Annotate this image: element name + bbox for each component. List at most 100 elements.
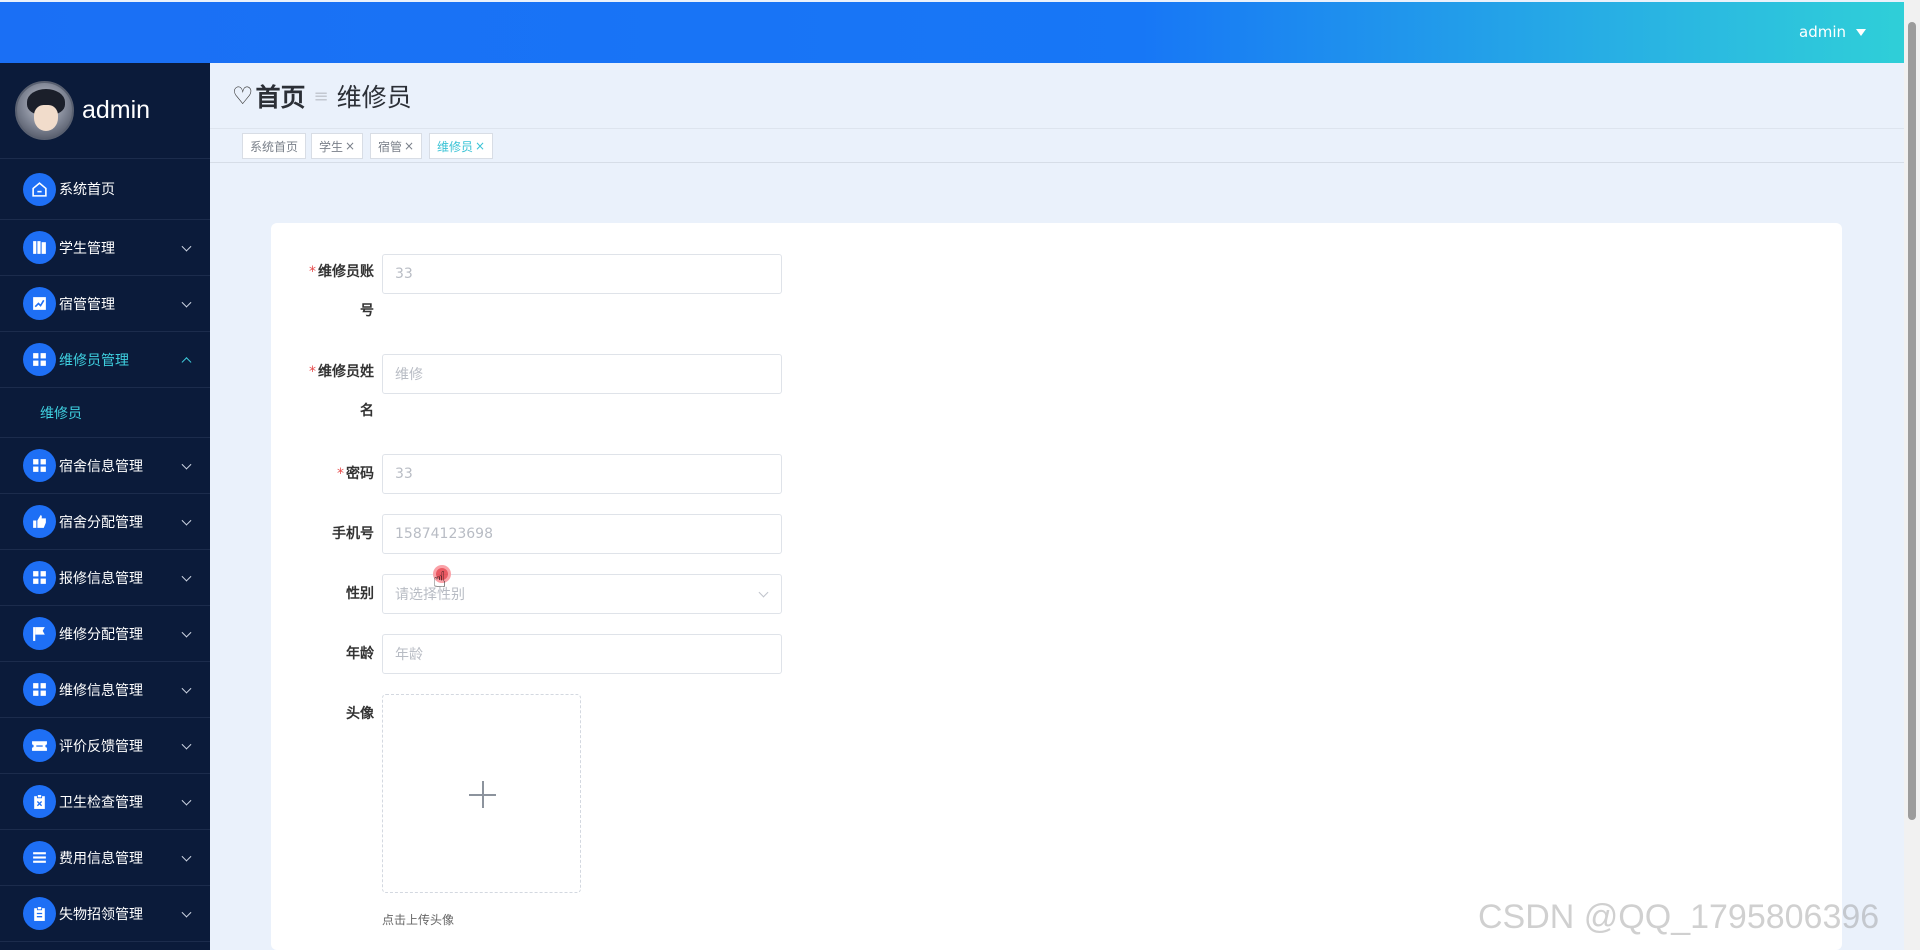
grid-icon [23,561,56,594]
sidebar-item-label: 系统首页 [59,182,115,198]
sidebar-item-dorm-info[interactable]: 宿舍信息管理 [0,438,210,494]
form-row-age: 年龄 年龄 [271,634,782,674]
watermark: CSDN @QQ_1795806396 [1478,898,1880,936]
chart-icon [23,287,56,320]
form-label-avatar: 头像 [346,706,374,722]
sidebar-item-label: 评价反馈管理 [59,738,143,755]
close-icon[interactable]: × [404,139,414,153]
scrollbar-thumb[interactable] [1908,22,1916,820]
sidebar-item-label: 宿管管理 [59,296,115,313]
sidebar-item-repair-info[interactable]: 维修信息管理 [0,662,210,718]
form-label-name: * 维修员姓 名 [271,354,382,421]
clipboard-icon [23,785,56,818]
header-divider [210,128,1904,129]
sidebar-item-feedback[interactable]: 评价反馈管理 [0,718,210,774]
sidebar-item-students[interactable]: 学生管理 [0,220,210,276]
profile-name: admin [82,96,151,124]
sidebar-item-label: 宿舍信息管理 [59,458,143,475]
sidebar-item-label: 费用信息管理 [59,850,143,867]
tab-repairers[interactable]: 维修员 × [429,133,494,159]
sidebar-item-label: 维修员管理 [59,352,129,369]
heart-icon: ♡ [232,82,254,110]
chevron-down-icon [181,739,192,750]
home-icon [23,172,56,206]
user-menu[interactable]: admin [1799,23,1866,41]
grid-icon [23,449,56,482]
sidebar-item-label: 宿舍分配管理 [59,514,143,531]
sidebar-item-label: 失物招领管理 [59,906,143,923]
chevron-down-icon [181,683,192,694]
chevron-down-icon [181,627,192,638]
close-icon[interactable]: × [345,139,355,153]
tags-bar: 系统首页 学生 × 宿管 × 维修员 × [210,131,1904,163]
breadcrumb-home[interactable]: 首页 [256,78,306,114]
sidebar-item-fees[interactable]: 费用信息管理 [0,830,210,886]
sidebar-item-hygiene[interactable]: 卫生检查管理 [0,774,210,830]
form-label-age: 年龄 [346,646,374,662]
form-label-account: * 维修员账 号 [271,254,382,321]
sidebar-item-dorm-allocation[interactable]: 宿舍分配管理 [0,494,210,550]
form-label-gender: 性别 [346,586,374,602]
top-bar: admin [0,2,1904,63]
sidebar-item-lost-found[interactable]: 失物招领管理 [0,886,210,942]
clipboard-icon [23,897,56,930]
avatar [15,81,74,140]
tab-dorm-managers[interactable]: 宿管 × [370,133,423,159]
required-marker: * [309,264,316,280]
phone-input-value: 15874123698 [395,526,493,542]
form-label-text: 维修员姓 [318,364,374,380]
plus-icon-vertical [482,781,484,808]
sidebar-item-dorm-managers[interactable]: 宿管管理 [0,276,210,332]
chevron-up-icon [181,356,192,367]
sidebar-item-repair-allocation[interactable]: 维修分配管理 [0,606,210,662]
flag-icon [23,617,56,650]
age-input-placeholder: 年龄 [395,647,423,663]
phone-input[interactable]: 15874123698 [382,514,782,554]
grid-icon [23,343,56,376]
chevron-down-icon [181,459,192,470]
gender-select-placeholder: 请选择性别 [395,587,465,603]
required-marker: * [337,466,344,482]
tab-system-home[interactable]: 系统首页 [242,133,307,159]
password-input-value: 33 [395,466,413,482]
name-input-value: 维修 [395,367,423,383]
breadcrumb: ♡ 首页 ≡ 维修员 [232,80,412,112]
hand-pointer-icon: ☝ [433,568,447,593]
chevron-down-icon [181,297,192,308]
close-icon[interactable]: × [475,139,485,153]
account-input[interactable]: 33 [382,254,782,294]
form-row-gender: 性别 请选择性别 [271,574,782,614]
form-label-text: 密码 [346,466,374,482]
form-row-password: * 密码 33 [271,454,782,494]
form-label-text: 维修员账 [318,264,374,280]
name-input[interactable]: 维修 [382,354,782,394]
list-icon [23,841,56,874]
age-input[interactable]: 年龄 [382,634,782,674]
user-menu-label: admin [1799,23,1846,41]
form-row-phone: 手机号 15874123698 [271,514,782,554]
page-scrollbar[interactable] [1904,0,1920,950]
chevron-down-icon [181,907,192,918]
form-row-name: * 维修员姓 名 维修 [271,354,782,421]
chevron-down-icon [181,571,192,582]
form-label-text: 名 [360,403,374,419]
password-input[interactable]: 33 [382,454,782,494]
chevron-down-icon [181,795,192,806]
avatar-upload[interactable] [382,694,581,893]
book-icon [23,231,56,264]
account-input-value: 33 [395,266,413,282]
sidebar-item-label: 维修分配管理 [59,626,143,643]
grid-icon [23,673,56,706]
sidebar-subitem-label: 维修员 [40,405,82,422]
sidebar-item-label: 维修信息管理 [59,682,143,699]
sidebar-item-home[interactable]: 系统首页 [0,159,210,220]
sidebar-item-repair-requests[interactable]: 报修信息管理 [0,550,210,606]
sidebar-item-repairers[interactable]: 维修员管理 [0,332,210,388]
sidebar-subitem-repairer[interactable]: 维修员 [0,388,210,438]
sidebar-item-label: 卫生检查管理 [59,794,143,811]
tab-students[interactable]: 学生 × [311,133,364,159]
form-label-password: * 密码 [271,454,382,494]
chevron-down-icon [181,241,192,252]
avatar-upload-tip: 点击上传头像 [382,913,455,927]
ticket-icon [23,729,56,762]
